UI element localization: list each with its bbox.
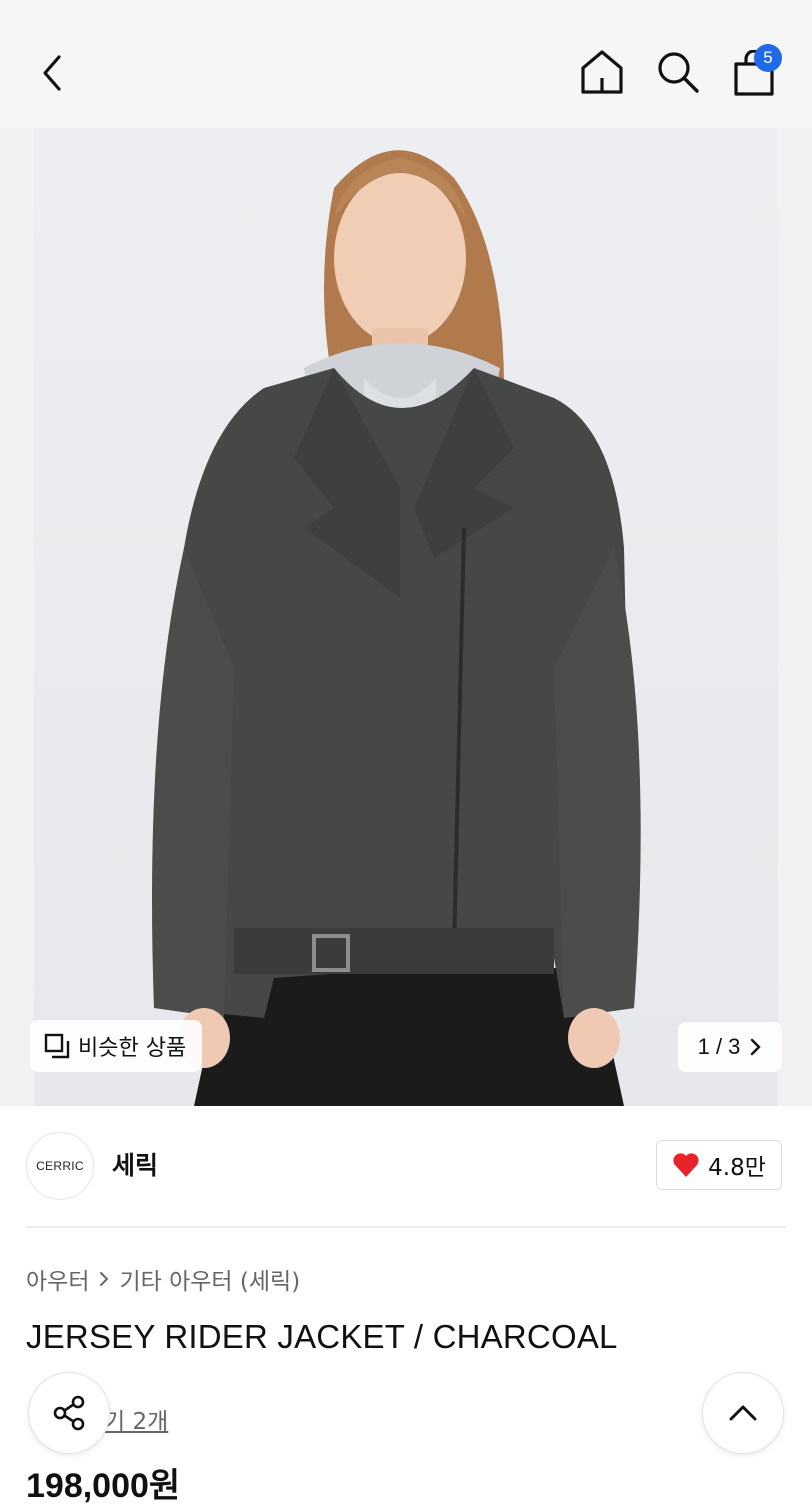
product-title: JERSEY RIDER JACKET / CHARCOAL [26,1318,618,1355]
model-wearing-jacket-illustration [34,128,778,1106]
brand-row: CERRIC 세릭 4.8만 [0,1106,812,1226]
home-button[interactable] [576,46,628,98]
similar-products-label: 비슷한 상품 [78,1036,187,1061]
chevron-right-icon [100,1272,109,1286]
chevron-right-icon [751,1038,762,1056]
product-photo-backdrop [34,128,778,1106]
chevron-left-icon [43,55,61,91]
cart-count-badge: 5 [754,44,782,72]
back-button[interactable] [30,48,74,98]
review-count-link[interactable]: 기 2개 [104,1402,168,1436]
breadcrumb-subcategory[interactable]: 기타 아우터 (세릭) [119,1262,300,1296]
heart-icon [673,1153,699,1177]
brand-logo-text: CERRIC [36,1159,84,1173]
cart-button[interactable]: 5 [728,44,786,100]
search-icon [658,52,699,93]
share-button[interactable] [28,1372,110,1454]
page-indicator: 1 / 3 [697,1034,741,1059]
home-icon [581,50,623,94]
breadcrumb-category[interactable]: 아우터 [26,1262,89,1296]
brand-logo[interactable]: CERRIC [26,1132,94,1200]
share-icon [53,1395,85,1431]
similar-products-button[interactable]: 비슷한 상품 [30,1020,203,1072]
search-button[interactable] [652,46,704,98]
breadcrumb: 아우터 기타 아우터 (세릭) [26,1262,300,1296]
top-navigation-bar: 5 [0,0,812,128]
chevron-up-icon [729,1405,757,1421]
like-count: 4.8만 [708,1155,766,1181]
scroll-to-top-button[interactable] [702,1372,784,1454]
image-pager-button[interactable]: 1 / 3 [678,1022,782,1072]
product-image[interactable] [0,128,812,1106]
section-divider [26,1226,786,1228]
stack-squares-icon [44,1033,70,1059]
like-button[interactable]: 4.8만 [656,1140,782,1190]
brand-name[interactable]: 세릭 [112,1146,158,1182]
